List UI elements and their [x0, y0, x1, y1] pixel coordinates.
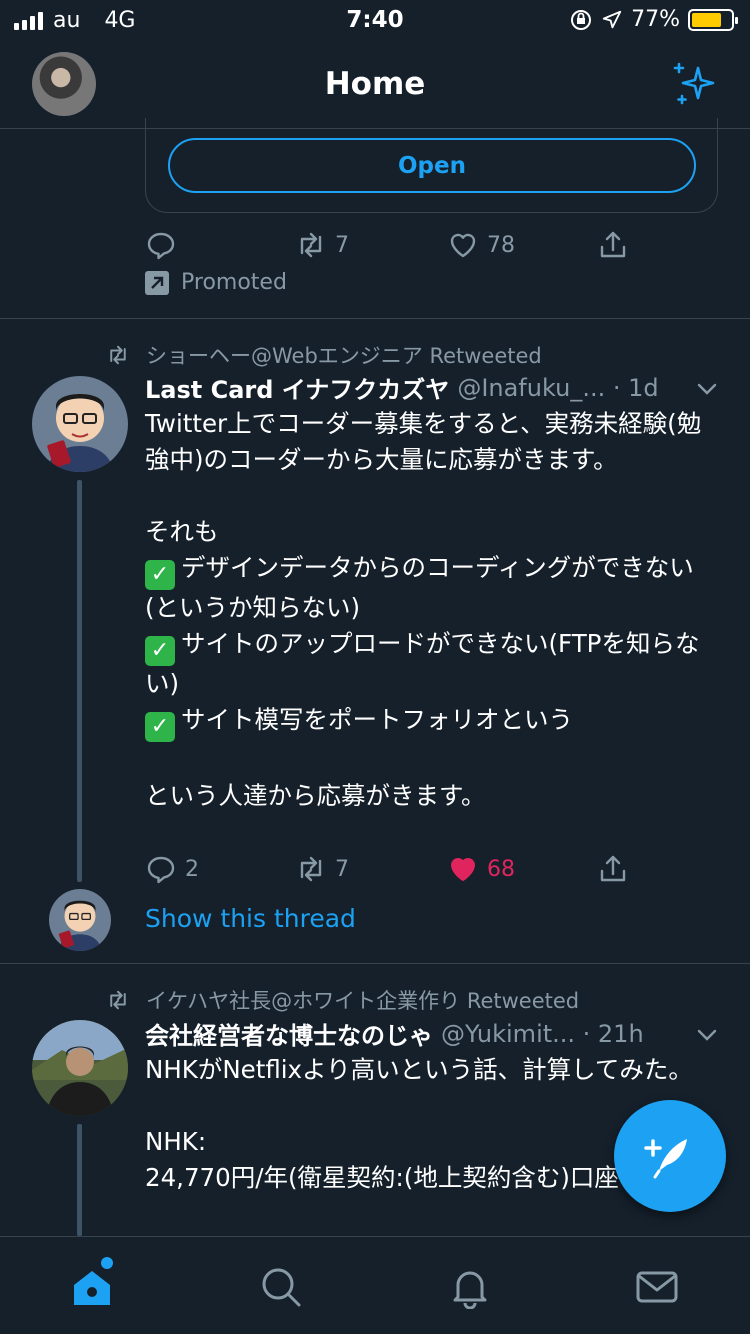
author-meta: @Yukimit... · 21h [441, 1019, 644, 1048]
share-button[interactable] [597, 853, 629, 885]
share-button[interactable] [597, 229, 629, 261]
author-name[interactable]: Last Card イナフクカズヤ [145, 370, 449, 405]
retweet-count: 7 [335, 856, 349, 882]
compose-feather-icon [644, 1139, 687, 1179]
reply-button[interactable] [145, 229, 177, 261]
list-item: ✓ サイトのアップロードができない(FTPを知らない) [145, 629, 700, 698]
thread-line [77, 480, 82, 882]
retweet-icon [110, 990, 126, 1010]
page-title: Home [324, 66, 426, 102]
promoted-label: Promoted [145, 270, 287, 295]
show-thread-link[interactable]: Show this thread [145, 904, 356, 933]
tweet-header: 会社経営者な博士なのじゃ @Yukimit... · 21h [145, 1016, 644, 1051]
like-count: 78 [487, 232, 515, 258]
retweet-icon [300, 232, 322, 258]
top-header: Home [0, 40, 750, 129]
orientation-lock-icon [571, 9, 592, 30]
promo-card: Open [145, 118, 718, 213]
location-icon [602, 10, 622, 28]
avatar[interactable] [32, 1020, 128, 1116]
heart-filled-icon [451, 858, 475, 881]
author-name[interactable]: 会社経営者な博士なのじゃ [145, 1016, 433, 1051]
battery-icon [688, 8, 738, 31]
check-mark-icon: ✓ [145, 636, 175, 666]
like-button[interactable]: 78 [447, 229, 515, 261]
promoted-icon [145, 270, 169, 295]
retweet-icon [300, 856, 322, 882]
retweet-count: 7 [335, 232, 349, 258]
heart-icon [450, 233, 476, 258]
list-item: ✓ サイト模写をポートフォリオという [145, 702, 725, 742]
promo-actions: 7 78 [145, 227, 635, 263]
tab-notifications[interactable] [448, 1265, 492, 1310]
status-bar: au 4G 7:40 77% [0, 0, 750, 40]
reply-icon [147, 856, 175, 884]
tab-messages[interactable] [635, 1265, 679, 1309]
open-button[interactable]: Open [168, 138, 696, 193]
tweet-text: Twitter上でコーダー募集をすると、実務未経験(勉強中)のコーダーから大量に… [145, 406, 725, 814]
messages-icon [636, 1271, 678, 1303]
thread-avatar[interactable] [49, 889, 111, 951]
tab-home[interactable] [70, 1265, 114, 1309]
like-count: 68 [487, 856, 515, 882]
tab-search[interactable] [259, 1265, 303, 1309]
chevron-down-icon[interactable] [696, 1024, 718, 1046]
list-item: ✓ デザインデータからのコーディングができない(というか知らない) [145, 553, 694, 622]
battery-percent: 77% [631, 7, 680, 32]
reply-button[interactable]: 2 [145, 853, 199, 885]
thread-line [77, 1124, 82, 1236]
share-icon [600, 855, 626, 882]
avatar[interactable] [32, 376, 128, 472]
new-content-dot [101, 1257, 113, 1269]
notifications-icon [453, 1271, 487, 1310]
home-icon [74, 1271, 110, 1305]
tweet-header: Last Card イナフクカズヤ @Inafuku_... · 1d [145, 370, 659, 405]
retweet-button[interactable]: 7 [295, 853, 349, 885]
chevron-down-icon[interactable] [696, 378, 718, 400]
retweet-button[interactable]: 7 [295, 229, 349, 261]
retweeted-by: ショーヘー@Webエンジニア Retweeted [106, 340, 542, 370]
like-button[interactable]: 68 [447, 853, 515, 885]
share-icon [600, 231, 626, 258]
tweet-actions: 2 7 68 [145, 851, 635, 887]
divider [0, 963, 750, 964]
reply-count: 2 [185, 856, 199, 882]
sparkle-icon[interactable] [670, 58, 720, 108]
reply-icon [147, 232, 175, 260]
retweeted-by: イケハヤ社長@ホワイト企業作り Retweeted [106, 985, 579, 1015]
tab-bar [0, 1236, 750, 1334]
search-icon [262, 1268, 301, 1307]
check-mark-icon: ✓ [145, 560, 175, 590]
author-meta: @Inafuku_... · 1d [457, 373, 659, 402]
check-mark-icon: ✓ [145, 712, 175, 742]
compose-tweet-button[interactable] [614, 1100, 726, 1212]
retweet-icon [110, 345, 126, 365]
divider [0, 318, 750, 319]
